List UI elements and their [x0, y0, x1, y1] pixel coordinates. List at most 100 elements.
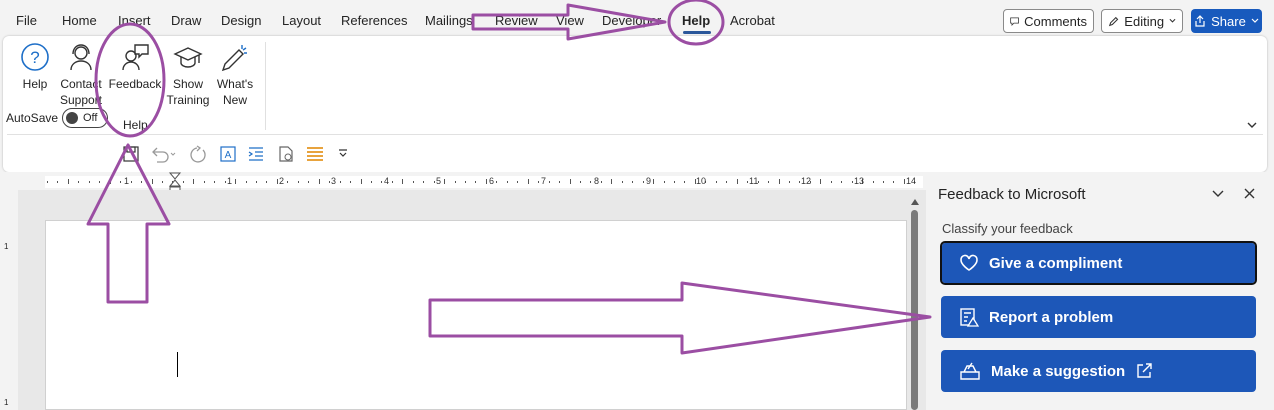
vertical-scrollbar-thumb[interactable] — [911, 210, 918, 410]
give-compliment-button[interactable]: Give a compliment — [940, 241, 1257, 285]
tab-developer[interactable]: Developer — [602, 13, 661, 28]
help-button[interactable]: ? Help — [17, 42, 53, 92]
ruler-tick — [433, 181, 435, 183]
contact-support-button[interactable]: Contact Support — [59, 42, 103, 108]
ruler-number: 9 — [646, 176, 652, 186]
horizontal-ruler-area: 1 1 2 3 4 5 6 7 8 9 10 11 12 13 14 — [0, 172, 926, 194]
whats-new-label-2: New — [222, 93, 247, 107]
ruler-tick — [663, 181, 665, 183]
indent-icon[interactable] — [247, 145, 265, 163]
document-icon[interactable] — [277, 145, 295, 163]
ruler-tick — [78, 181, 80, 183]
tab-file[interactable]: File — [16, 13, 37, 28]
tab-draw[interactable]: Draw — [171, 13, 201, 28]
ruler-tick — [496, 181, 498, 183]
ruler-tick — [632, 181, 634, 183]
tab-mailings[interactable]: Mailings — [425, 13, 473, 28]
ruler-tick — [830, 181, 832, 183]
report-problem-label: Report a problem — [989, 308, 1114, 326]
make-suggestion-label: Make a suggestion — [991, 362, 1126, 380]
ruler-tick — [203, 181, 205, 183]
ruler-tick — [621, 181, 623, 183]
list-format-icon[interactable] — [305, 145, 325, 163]
svg-text:A: A — [225, 150, 232, 161]
text-box-icon[interactable]: A — [219, 145, 237, 163]
ruler-tick — [820, 179, 822, 184]
tab-references[interactable]: References — [341, 13, 407, 28]
whats-new-button[interactable]: What's New — [215, 42, 255, 108]
ruler-tick — [287, 181, 289, 183]
show-training-label-1: Show — [172, 77, 204, 91]
document-page[interactable] — [45, 220, 907, 410]
share-button[interactable]: Share — [1191, 9, 1262, 33]
tab-view[interactable]: View — [556, 13, 584, 28]
tab-review[interactable]: Review — [495, 13, 538, 28]
ribbon-collapse-button[interactable] — [1246, 116, 1258, 134]
ruler-tick — [768, 181, 770, 183]
ruler-tick — [747, 181, 749, 183]
undo-icon[interactable] — [150, 145, 178, 163]
ruler-number: 11 — [749, 176, 759, 186]
ruler-tick — [465, 181, 466, 183]
tab-home[interactable]: Home — [62, 13, 97, 28]
ruler-tick — [590, 181, 592, 183]
contact-support-label-1: Contact — [60, 77, 102, 91]
contact-support-label-2: Support — [59, 93, 103, 107]
ruler-tick — [579, 181, 581, 183]
pane-options-chevron-icon[interactable] — [1211, 189, 1225, 199]
editing-mode-button[interactable]: Editing — [1101, 9, 1183, 33]
comments-button[interactable]: Comments — [1003, 9, 1094, 33]
tab-design[interactable]: Design — [221, 13, 261, 28]
ruler-tick — [256, 181, 257, 183]
ruler-tick — [161, 181, 163, 183]
ruler-tick — [193, 179, 195, 184]
feedback-button[interactable]: Feedback — [107, 42, 163, 92]
ruler-tick — [454, 181, 456, 183]
ruler-tick — [182, 181, 184, 183]
ruler-number: 10 — [696, 176, 707, 186]
chevron-down-icon — [1247, 122, 1257, 128]
whats-new-label-1: What's — [216, 77, 254, 91]
redo-icon[interactable] — [188, 145, 208, 163]
scroll-up-arrow[interactable] — [911, 199, 919, 205]
ruler-tick — [235, 179, 237, 184]
tab-insert[interactable]: Insert — [118, 13, 151, 28]
ruler-tick — [527, 179, 529, 184]
toggle-knob — [66, 112, 78, 124]
ruler-tick — [548, 181, 550, 183]
share-icon — [1195, 15, 1205, 27]
autosave-toggle[interactable]: Off — [62, 108, 108, 128]
tab-layout[interactable]: Layout — [282, 13, 321, 28]
ruler-tick — [391, 181, 393, 183]
heart-icon — [960, 254, 978, 271]
ruler-tick — [141, 181, 143, 183]
ruler-tick — [120, 181, 122, 183]
tab-acrobat[interactable]: Acrobat — [730, 13, 775, 28]
show-training-label-2: Training — [166, 93, 210, 107]
ruler-number: 14 — [906, 176, 917, 186]
vertical-ruler[interactable]: 1 1 — [0, 190, 18, 410]
feedback-pane-subtitle: Classify your feedback — [942, 221, 1073, 236]
ruler-tick — [600, 181, 602, 183]
make-suggestion-button[interactable]: Make a suggestion — [941, 350, 1256, 392]
ruler-tick — [538, 181, 540, 183]
save-icon[interactable] — [122, 145, 140, 163]
tab-help[interactable]: Help — [682, 13, 710, 28]
ruler-tick — [788, 181, 790, 183]
show-training-button[interactable]: Show Training — [165, 42, 211, 108]
editing-label: Editing — [1124, 13, 1165, 29]
ruler-tick — [381, 181, 383, 183]
ruler-tick — [569, 179, 571, 184]
report-problem-button[interactable]: Report a problem — [941, 296, 1256, 338]
customize-toolbar-icon[interactable] — [338, 148, 348, 160]
qat-separator — [7, 134, 1263, 135]
ruler-number: 1 — [124, 176, 130, 186]
chevron-down-icon — [1251, 18, 1259, 23]
ruler-tick — [67, 179, 69, 184]
close-icon[interactable] — [1243, 187, 1256, 200]
ribbon-tab-bar: File Home Insert Draw Design Layout Refe… — [0, 0, 1274, 36]
text-cursor — [177, 352, 178, 377]
ruler-tick — [318, 179, 320, 184]
suggestion-icon — [960, 362, 980, 380]
autosave-label: AutoSave — [6, 111, 59, 125]
